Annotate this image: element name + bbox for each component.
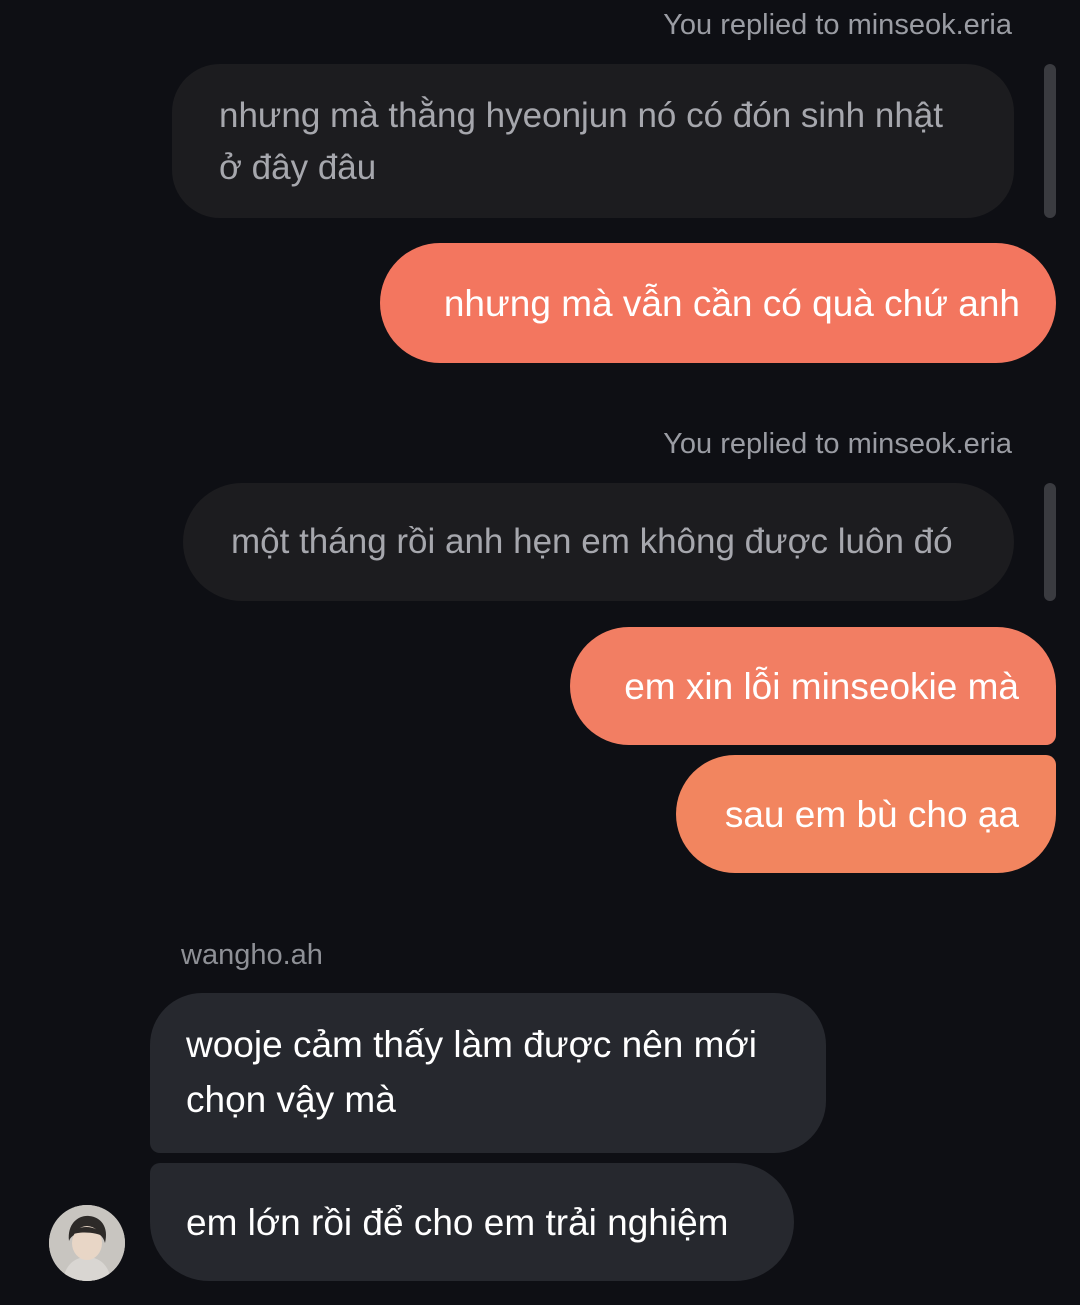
sender-username[interactable]: wangho.ah — [181, 938, 323, 972]
reply-context-label: You replied to minseok.eria — [663, 9, 1012, 41]
sent-message-bubble[interactable]: sau em bù cho ạa — [676, 755, 1056, 873]
quoted-message-bubble[interactable]: nhưng mà thằng hyeonjun nó có đón sinh n… — [172, 64, 1014, 218]
quoted-message-text: một tháng rồi anh hẹn em không được luôn… — [231, 522, 953, 561]
quoted-message-text: nhưng mà thằng hyeonjun nó có đón sinh n… — [219, 96, 943, 187]
reply-indicator-bar — [1044, 483, 1056, 601]
sent-message-text: nhưng mà vẫn cần có quà chứ anh — [443, 283, 1020, 324]
received-message-text: wooje cảm thấy làm được nên mới chọn vậy… — [186, 1024, 757, 1120]
sent-message-bubble[interactable]: em xin lỗi minseokie mà — [570, 627, 1056, 745]
received-message-bubble[interactable]: em lớn rồi để cho em trải nghiệm — [150, 1163, 794, 1281]
reply-indicator-bar — [1044, 64, 1056, 218]
received-message-text: em lớn rồi để cho em trải nghiệm — [186, 1202, 729, 1243]
user-photo-icon — [49, 1205, 125, 1281]
sent-message-text: sau em bù cho ạa — [724, 794, 1019, 835]
avatar[interactable] — [49, 1205, 125, 1281]
quoted-message-bubble[interactable]: một tháng rồi anh hẹn em không được luôn… — [183, 483, 1014, 601]
reply-context-label: You replied to minseok.eria — [663, 428, 1012, 460]
sent-message-text: em xin lỗi minseokie mà — [624, 666, 1019, 707]
received-message-bubble[interactable]: wooje cảm thấy làm được nên mới chọn vậy… — [150, 993, 826, 1153]
sent-message-bubble[interactable]: nhưng mà vẫn cần có quà chứ anh — [380, 243, 1056, 363]
